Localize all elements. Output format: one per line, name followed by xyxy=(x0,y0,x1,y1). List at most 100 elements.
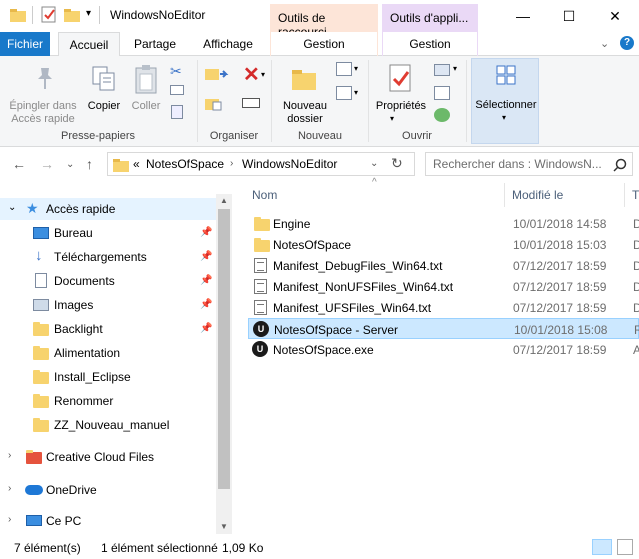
folder-icon xyxy=(33,418,49,432)
pin-icon: 📌 xyxy=(200,323,213,334)
column-header-type[interactable]: T xyxy=(632,188,639,202)
chevron-down-icon[interactable]: ▾ xyxy=(261,70,265,79)
nav-item-install-eclipse[interactable]: Install_Eclipse xyxy=(0,366,216,388)
status-size: 1,09 Ko xyxy=(222,541,264,555)
nav-item-alimentation[interactable]: Alimentation xyxy=(0,342,216,364)
history-icon[interactable] xyxy=(434,108,450,122)
move-to-icon[interactable] xyxy=(205,66,229,85)
nav-item-quick-access[interactable]: ⌄ ★ Accès rapide xyxy=(0,198,216,220)
chevron-right-icon[interactable]: › xyxy=(8,483,11,494)
chevron-down-icon[interactable]: ▾ xyxy=(354,88,358,97)
folder-icon[interactable] xyxy=(10,8,26,22)
tab-view[interactable]: Affichage xyxy=(192,32,264,56)
scroll-down-icon[interactable]: ▼ xyxy=(220,522,228,531)
nav-item-documents[interactable]: Documents 📌 xyxy=(0,270,216,292)
select-button[interactable]: Sélectionner ▾ xyxy=(471,58,539,144)
nav-item-renommer[interactable]: Renommer xyxy=(0,390,216,412)
close-button[interactable]: ✕ xyxy=(592,0,638,32)
properties-icon[interactable] xyxy=(41,6,57,23)
tab-app-manage[interactable]: Gestion xyxy=(382,32,478,56)
chevron-down-icon[interactable]: ▾ xyxy=(354,64,358,73)
file-row-server-shortcut[interactable]: U NotesOfSpace - Server 10/01/2018 15:08… xyxy=(248,318,639,339)
tab-shortcut-manage[interactable]: Gestion xyxy=(270,32,378,56)
column-header-modified[interactable]: Modifié le xyxy=(512,188,563,202)
file-row-engine[interactable]: Engine 10/01/2018 14:58 D xyxy=(248,213,639,234)
copy-path-icon[interactable] xyxy=(170,85,184,95)
open-icon[interactable] xyxy=(434,64,450,76)
help-icon[interactable]: ? xyxy=(620,36,634,50)
nav-item-creative-cloud[interactable]: › Creative Cloud Files xyxy=(0,446,216,468)
chevron-down-icon: ▾ xyxy=(502,113,507,122)
nav-item-this-pc[interactable]: › Ce PC xyxy=(0,510,216,532)
new-item-icon[interactable] xyxy=(336,62,352,76)
context-title-shortcut-tools: Outils de raccourci xyxy=(270,4,378,39)
nav-item-downloads[interactable]: ↓ Téléchargements 📌 xyxy=(0,246,216,268)
paste-button[interactable]: Coller xyxy=(126,60,166,126)
text-file-icon xyxy=(254,300,267,315)
breadcrumb-separator-icon[interactable]: › xyxy=(230,158,233,169)
column-divider[interactable] xyxy=(624,183,625,207)
edit-icon[interactable] xyxy=(434,86,450,100)
nav-item-onedrive[interactable]: › OneDrive xyxy=(0,479,216,501)
ribbon: Épingler dans Accès rapide Copier Coller… xyxy=(0,56,639,147)
easy-access-icon[interactable] xyxy=(336,86,352,100)
minimize-button[interactable]: — xyxy=(500,0,546,32)
large-icons-view-icon[interactable] xyxy=(617,539,633,555)
nav-pane-scrollbar[interactable]: ▲ ▼ xyxy=(216,194,232,534)
folder-icon xyxy=(33,370,49,384)
tab-home[interactable]: Accueil xyxy=(58,32,120,57)
tab-share[interactable]: Partage xyxy=(126,32,184,56)
new-folder-button[interactable]: Nouveau dossier xyxy=(278,60,332,126)
nav-item-zz-nouveau-manuel[interactable]: ZZ_Nouveau_manuel xyxy=(0,414,216,436)
up-icon[interactable]: ↑ xyxy=(86,156,93,172)
refresh-icon[interactable]: ↻ xyxy=(391,155,403,172)
file-row-notesofspace[interactable]: NotesOfSpace 10/01/2018 15:03 D xyxy=(248,234,639,255)
maximize-button[interactable]: ☐ xyxy=(546,0,592,32)
chevron-down-icon[interactable]: ⌄ xyxy=(8,202,16,213)
file-type: A xyxy=(633,343,639,357)
search-input[interactable]: Rechercher dans : WindowsN... xyxy=(433,157,602,171)
breadcrumb-item[interactable]: NotesOfSpace xyxy=(146,157,224,171)
breadcrumb-item[interactable]: WindowsNoEditor xyxy=(242,157,337,171)
details-view-icon[interactable] xyxy=(592,539,612,555)
scroll-up-icon[interactable]: ▲ xyxy=(220,196,228,205)
paste-shortcut-icon[interactable] xyxy=(171,105,183,119)
chevron-down-icon[interactable]: ▾ xyxy=(390,114,394,123)
forward-icon[interactable]: → xyxy=(40,156,54,172)
nav-item-desktop[interactable]: Bureau 📌 xyxy=(0,222,216,244)
collapse-ribbon-icon[interactable]: ⌄ xyxy=(600,37,609,50)
scrollbar-thumb[interactable] xyxy=(218,209,230,489)
column-header-name[interactable]: Nom xyxy=(252,188,277,202)
chevron-down-icon[interactable]: ▾ xyxy=(453,64,457,73)
file-row-exe[interactable]: U NotesOfSpace.exe 07/12/2017 18:59 A xyxy=(248,339,639,360)
copy-icon xyxy=(92,66,115,91)
context-title-app-tools: Outils d'appli... xyxy=(382,4,478,32)
cut-icon[interactable]: ✂ xyxy=(170,63,182,80)
nav-item-images[interactable]: Images 📌 xyxy=(0,294,216,316)
customize-quick-access-icon[interactable]: ▾ xyxy=(86,8,91,19)
pin-quick-access-button[interactable]: Épingler dans Accès rapide xyxy=(4,60,82,126)
chevron-down-icon[interactable]: ⌄ xyxy=(370,158,378,169)
back-icon[interactable]: ← xyxy=(12,156,26,172)
breadcrumb-overflow[interactable]: « xyxy=(133,157,140,171)
copy-to-icon[interactable] xyxy=(205,96,229,115)
file-row-manifest-nonufs[interactable]: Manifest_NonUFSFiles_Win64.txt 07/12/201… xyxy=(248,276,639,297)
file-row-manifest-ufs[interactable]: Manifest_UFSFiles_Win64.txt 07/12/2017 1… xyxy=(248,297,639,318)
rename-icon[interactable] xyxy=(242,98,260,108)
address-bar[interactable]: « NotesOfSpace › WindowsNoEditor ⌄ ↻ xyxy=(107,152,415,176)
chevron-right-icon[interactable]: › xyxy=(8,514,11,525)
properties-button[interactable]: Propriétés xyxy=(372,60,430,126)
delete-icon[interactable]: ✕ xyxy=(243,62,260,87)
chevron-right-icon[interactable]: › xyxy=(8,450,11,461)
status-selection: 1 élément sélectionné xyxy=(101,541,218,555)
file-row-manifest-debug[interactable]: Manifest_DebugFiles_Win64.txt 07/12/2017… xyxy=(248,255,639,276)
file-name: Manifest_DebugFiles_Win64.txt xyxy=(273,259,443,273)
column-divider[interactable] xyxy=(504,183,505,207)
copy-button[interactable]: Copier xyxy=(84,60,124,126)
nav-item-backlight[interactable]: Backlight 📌 xyxy=(0,318,216,340)
search-box[interactable]: Rechercher dans : WindowsN... xyxy=(425,152,633,176)
select-grid-icon xyxy=(496,65,516,85)
recent-locations-icon[interactable]: ⌄ xyxy=(66,159,74,170)
tab-file[interactable]: Fichier xyxy=(0,32,50,56)
new-folder-icon[interactable] xyxy=(64,8,80,22)
